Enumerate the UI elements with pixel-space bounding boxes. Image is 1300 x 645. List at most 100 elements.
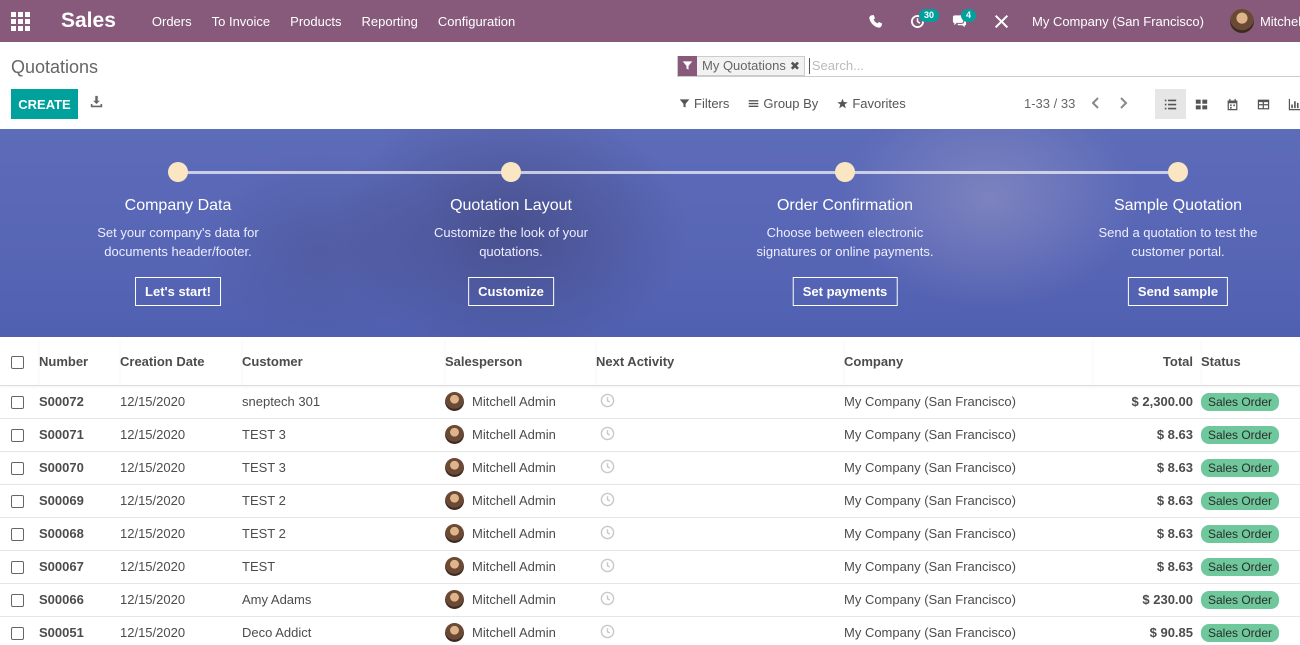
search-input[interactable]: [808, 57, 1289, 74]
favorites-dropdown[interactable]: Favorites: [837, 96, 906, 111]
row-select-cell: [0, 418, 39, 452]
graph-view-icon[interactable]: [1279, 89, 1300, 119]
column-header-total[interactable]: Total: [1093, 338, 1201, 386]
menu-configuration[interactable]: Configuration: [438, 14, 515, 29]
creation-date: 12/15/2020: [120, 583, 242, 617]
table-row[interactable]: S00051 12/15/2020 Deco Addict Mitchell A…: [0, 616, 1300, 645]
menu-to-invoice[interactable]: To Invoice: [212, 14, 271, 29]
row-checkbox[interactable]: [11, 594, 24, 608]
next-activity-cell: [596, 550, 844, 584]
select-all-checkbox[interactable]: [11, 355, 24, 369]
row-checkbox[interactable]: [11, 528, 24, 542]
table-row[interactable]: S00072 12/15/2020 sneptech 301 Mitchell …: [0, 385, 1300, 419]
create-button[interactable]: CREATE: [11, 89, 78, 119]
step-title: Quotation Layout: [450, 197, 572, 214]
salesperson-name: Mitchell Admin: [472, 559, 556, 574]
filters-dropdown[interactable]: Filters: [679, 96, 729, 111]
pager-previous-icon[interactable]: [1088, 94, 1104, 112]
step-dot: [168, 162, 188, 182]
salesperson-avatar: [445, 491, 464, 510]
list-view-icon[interactable]: [1155, 89, 1186, 119]
apps-menu-icon[interactable]: [0, 0, 40, 42]
quotations-table: Number Creation Date Customer Salesperso…: [0, 338, 1300, 645]
company-name: My Company (San Francisco): [844, 616, 1093, 645]
lets-start-button[interactable]: Let's start!: [135, 277, 221, 306]
column-header-salesperson[interactable]: Salesperson: [445, 338, 596, 386]
activity-clock-icon[interactable]: [600, 393, 615, 411]
filter-icon: [678, 55, 697, 76]
status-badge: Sales Order: [1201, 458, 1280, 477]
status-cell: Sales Order: [1201, 517, 1300, 551]
row-select-cell: [0, 385, 39, 419]
menu-products[interactable]: Products: [290, 14, 341, 29]
column-header-status[interactable]: Status: [1201, 338, 1300, 386]
download-icon[interactable]: [90, 95, 106, 111]
salesperson-avatar: [445, 557, 464, 576]
table-row[interactable]: S00068 12/15/2020 TEST 2 Mitchell Admin …: [0, 517, 1300, 551]
column-header-number[interactable]: Number: [39, 338, 120, 386]
customer-name: TEST 3: [242, 451, 445, 485]
pager-next-icon[interactable]: [1115, 94, 1131, 112]
salesperson: Mitchell Admin: [445, 392, 596, 411]
activity-clock-icon[interactable]: [600, 426, 615, 444]
user-menu[interactable]: Mitchell Admin: [1229, 9, 1300, 33]
table-row[interactable]: S00070 12/15/2020 TEST 3 Mitchell Admin …: [0, 451, 1300, 485]
pivot-view-icon[interactable]: [1248, 89, 1279, 119]
row-checkbox[interactable]: [11, 561, 24, 575]
creation-date: 12/15/2020: [120, 517, 242, 551]
total-amount: $ 8.63: [1093, 451, 1201, 485]
messages-icon[interactable]: 4: [944, 0, 977, 42]
row-checkbox[interactable]: [11, 396, 24, 410]
customer-name: TEST 2: [242, 484, 445, 518]
column-header-next-activity[interactable]: Next Activity: [596, 338, 844, 386]
facet-remove-icon[interactable]: ✖: [790, 59, 804, 73]
activity-clock-icon[interactable]: [600, 492, 615, 510]
column-header-company[interactable]: Company: [844, 338, 1093, 386]
activity-clock-icon[interactable]: [600, 591, 615, 609]
column-header-customer[interactable]: Customer: [242, 338, 445, 386]
status-cell: Sales Order: [1201, 550, 1300, 584]
facet-label: My Quotations: [702, 58, 786, 73]
pager-value[interactable]: 1-33 / 33: [1024, 96, 1075, 111]
row-checkbox[interactable]: [11, 627, 24, 641]
table-row[interactable]: S00069 12/15/2020 TEST 2 Mitchell Admin …: [0, 484, 1300, 518]
activity-clock-icon[interactable]: [600, 624, 615, 642]
table-row[interactable]: S00071 12/15/2020 TEST 3 Mitchell Admin …: [0, 418, 1300, 452]
set-payments-button[interactable]: Set payments: [792, 277, 898, 306]
salesperson-avatar: [445, 590, 464, 609]
groupby-dropdown[interactable]: Group By: [748, 96, 818, 111]
groupby-label: Group By: [763, 96, 819, 111]
activity-clock-icon[interactable]: 30: [902, 0, 940, 42]
salesperson-cell: Mitchell Admin: [445, 418, 596, 452]
company-switcher[interactable]: My Company (San Francisco): [1032, 14, 1204, 29]
company-name: My Company (San Francisco): [844, 418, 1093, 452]
next-activity-cell: [596, 385, 844, 419]
creation-date: 12/15/2020: [120, 616, 242, 645]
salesperson: Mitchell Admin: [445, 491, 596, 510]
salesperson-name: Mitchell Admin: [472, 427, 556, 442]
row-checkbox[interactable]: [11, 429, 24, 443]
status-badge: Sales Order: [1201, 623, 1280, 642]
activity-clock-icon[interactable]: [600, 525, 615, 543]
tools-cross-icon[interactable]: [986, 0, 1016, 42]
menu-reporting[interactable]: Reporting: [361, 14, 417, 29]
table-row[interactable]: S00067 12/15/2020 TEST Mitchell Admin My…: [0, 550, 1300, 584]
creation-date: 12/15/2020: [120, 418, 242, 452]
kanban-view-icon[interactable]: [1186, 89, 1217, 119]
row-checkbox[interactable]: [11, 462, 24, 476]
customize-button[interactable]: Customize: [468, 277, 554, 306]
status-cell: Sales Order: [1201, 583, 1300, 617]
status-badge: Sales Order: [1201, 491, 1280, 510]
phone-icon[interactable]: [860, 0, 890, 42]
calendar-view-icon[interactable]: [1217, 89, 1248, 119]
menu-orders[interactable]: Orders: [152, 14, 192, 29]
row-checkbox[interactable]: [11, 495, 24, 509]
activity-clock-icon[interactable]: [600, 459, 615, 477]
activity-clock-icon[interactable]: [600, 558, 615, 576]
onboarding-banner: Company Data Set your company's data for…: [0, 129, 1300, 337]
send-sample-button[interactable]: Send sample: [1127, 277, 1229, 306]
step-title: Order Confirmation: [776, 197, 914, 214]
customer-name: TEST: [242, 550, 445, 584]
column-header-creation-date[interactable]: Creation Date: [120, 338, 242, 386]
table-row[interactable]: S00066 12/15/2020 Amy Adams Mitchell Adm…: [0, 583, 1300, 617]
